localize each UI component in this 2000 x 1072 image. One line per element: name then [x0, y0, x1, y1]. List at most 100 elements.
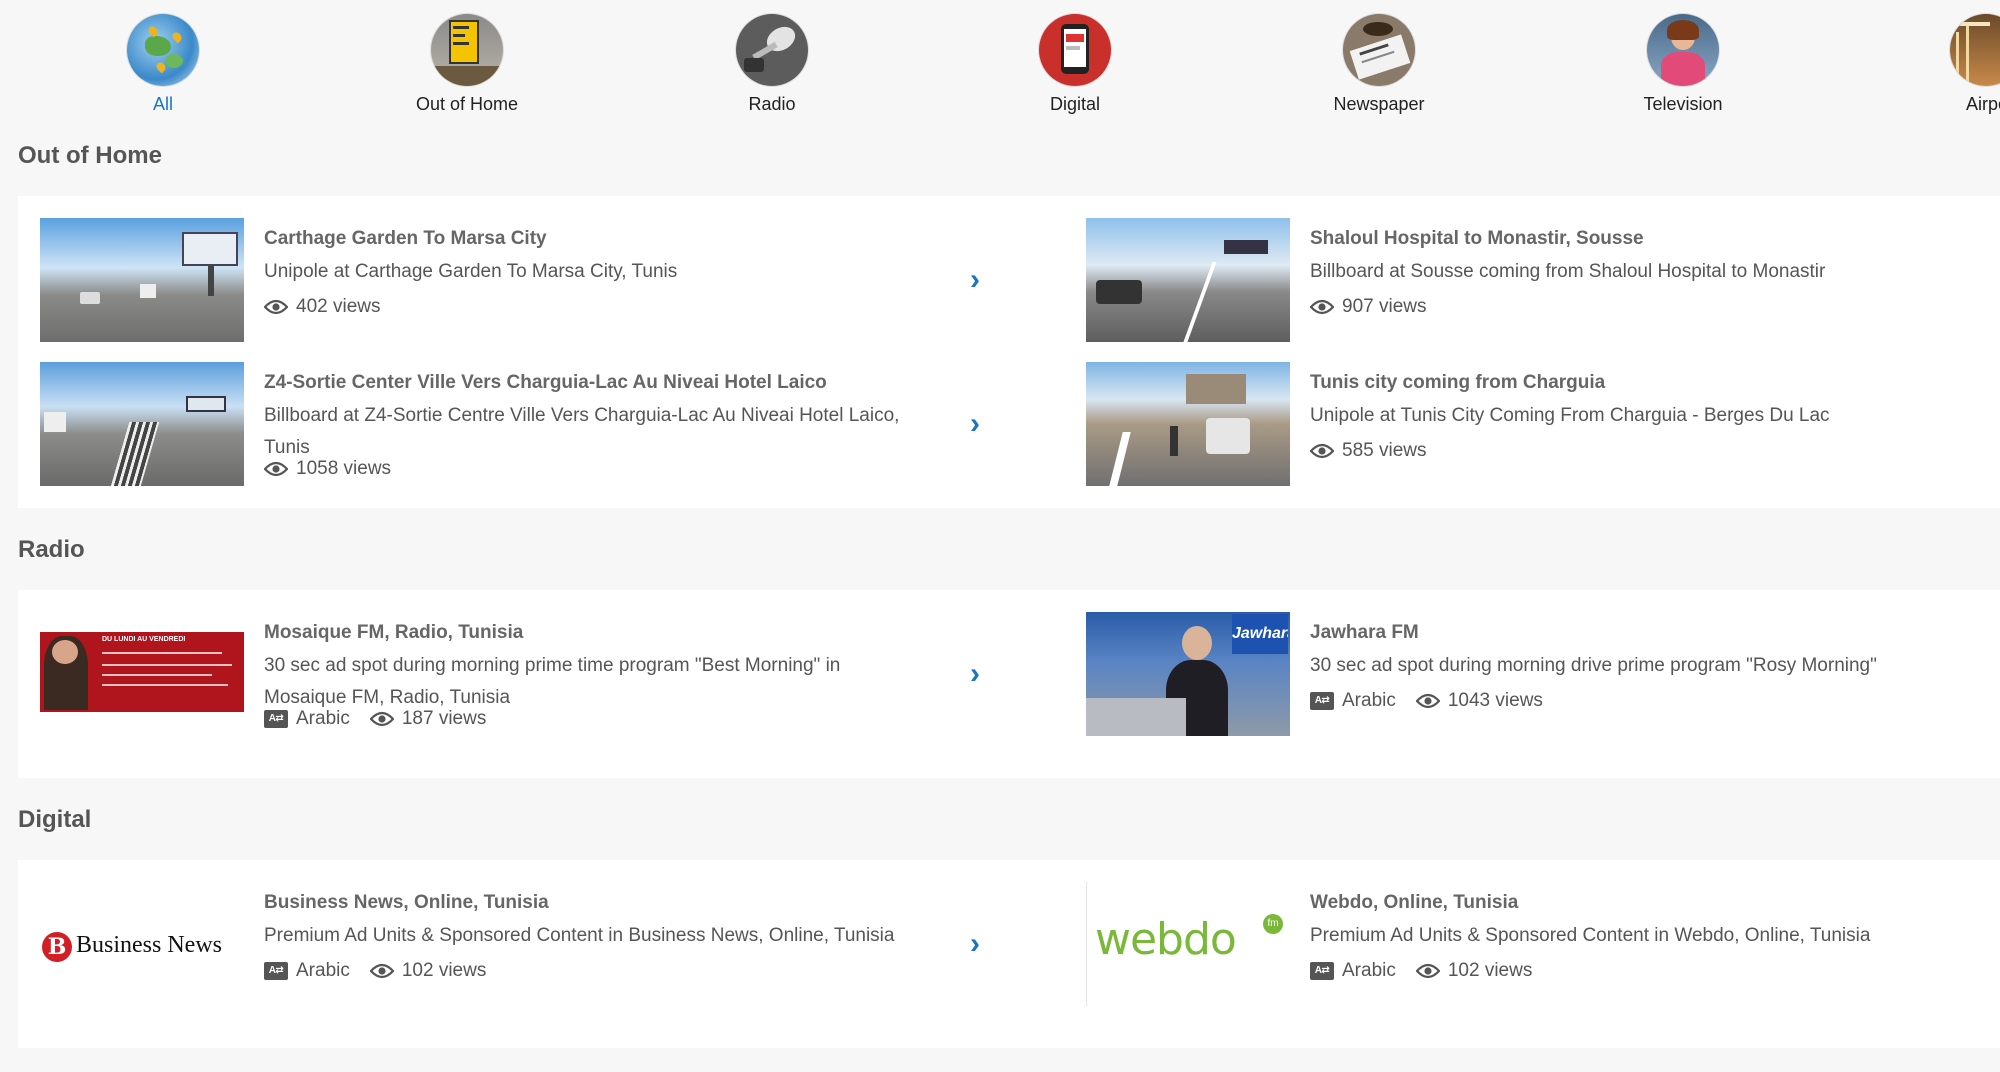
- webdo-fm-badge: fm: [1263, 914, 1283, 934]
- listing-description: Billboard at Sousse coming from Shaloul …: [1310, 261, 1826, 282]
- panel-radio: DU LUNDI AU VENDREDI Mosaique FM, Radio,…: [18, 590, 2000, 778]
- view-count: 402 views: [296, 296, 381, 317]
- listing-description: 30 sec ad spot during morning drive prim…: [1310, 655, 1877, 676]
- listing-title: Webdo, Online, Tunisia: [1310, 892, 1519, 913]
- view-count: 1058 views: [296, 458, 392, 479]
- listing-item[interactable]: Jawhara Jawhara FM 30 sec ad spot during…: [1064, 612, 2000, 736]
- jawhara-logo: Jawhara: [1232, 614, 1288, 654]
- billboard-photo: [1086, 362, 1290, 486]
- listing-meta: 402 views: [264, 296, 395, 318]
- chevron-right-icon[interactable]: ›: [970, 928, 994, 960]
- tv-presenter-icon: [1647, 14, 1719, 86]
- listing-description: Unipole at Tunis City Coming From Chargu…: [1310, 405, 1830, 426]
- translate-icon: A⇄: [1310, 692, 1334, 710]
- eye-icon: [1415, 963, 1440, 979]
- translate-icon: A⇄: [1310, 962, 1334, 980]
- category-label: Television: [1643, 94, 1723, 114]
- radio-studio-photo: Jawhara: [1086, 612, 1290, 736]
- view-count: 907 views: [1342, 296, 1427, 317]
- listing-title: Shaloul Hospital to Monastir, Sousse: [1310, 228, 1644, 249]
- panel-digital: B Business News Business News, Online, T…: [18, 860, 2000, 1048]
- view-count: 187 views: [401, 708, 487, 729]
- section-title-radio: Radio: [18, 536, 85, 563]
- billboard-photo: [40, 362, 244, 486]
- panel-out-of-home: Carthage Garden To Marsa City Unipole at…: [18, 196, 2000, 508]
- translate-icon: A⇄: [264, 962, 288, 980]
- view-count: 102 views: [1447, 960, 1533, 981]
- listing-meta: A⇄ Arabic 102 views: [1310, 960, 1546, 982]
- eye-icon: [369, 963, 394, 979]
- listing-meta: A⇄ Arabic 187 views: [264, 708, 500, 730]
- listing-description: Unipole at Carthage Garden To Marsa City…: [264, 261, 678, 282]
- view-count: 585 views: [1342, 440, 1427, 461]
- language: Arabic: [1342, 960, 1396, 981]
- language: Arabic: [296, 960, 350, 981]
- category-label: Newspaper: [1333, 94, 1425, 114]
- webdo-logo: webdo fm: [1086, 882, 1290, 1006]
- billboard-photo: [1086, 218, 1290, 342]
- listing-item[interactable]: webdo fm Webdo, Online, Tunisia Premium …: [1064, 882, 2000, 1006]
- airport-icon: [1950, 14, 2000, 86]
- section-title-digital: Digital: [18, 806, 92, 833]
- listing-meta: 907 views: [1310, 296, 1441, 318]
- category-label: Out of Home: [415, 94, 519, 114]
- category-radio[interactable]: Radio: [682, 14, 862, 115]
- listing-description: Premium Ad Units & Sponsored Content in …: [1310, 925, 1871, 946]
- listing-item[interactable]: Z4-Sortie Center Ville Vers Charguia-Lac…: [18, 362, 1018, 486]
- eye-icon: [1310, 443, 1334, 459]
- listing-title: Jawhara FM: [1310, 622, 1419, 643]
- listing-description: 30 sec ad spot during morning prime time…: [264, 655, 841, 708]
- radio-banner-image: DU LUNDI AU VENDREDI: [40, 612, 244, 736]
- eye-icon: [1310, 299, 1334, 315]
- listing-item[interactable]: Tunis city coming from Charguia Unipole …: [1064, 362, 2000, 486]
- category-television[interactable]: Television: [1593, 14, 1773, 115]
- listing-item[interactable]: DU LUNDI AU VENDREDI Mosaique FM, Radio,…: [18, 612, 1018, 736]
- language: Arabic: [296, 708, 350, 729]
- category-newspaper[interactable]: Newspaper: [1289, 14, 1469, 115]
- section-title-out-of-home: Out of Home: [18, 142, 162, 169]
- radio-banner-text: DU LUNDI AU VENDREDI: [102, 636, 186, 643]
- newspaper-icon: [1343, 14, 1415, 86]
- listing-item[interactable]: Shaloul Hospital to Monastir, Sousse Bil…: [1064, 218, 2000, 342]
- eye-icon: [264, 299, 288, 315]
- eye-icon: [1415, 693, 1440, 709]
- category-label: All: [152, 94, 173, 114]
- listing-title: Carthage Garden To Marsa City: [264, 228, 547, 249]
- listing-description: Billboard at Z4-Sortie Centre Ville Vers…: [264, 405, 900, 458]
- listing-title: Tunis city coming from Charguia: [1310, 372, 1606, 393]
- category-airports[interactable]: Airports: [1870, 14, 2000, 115]
- business-news-wordmark: Business News: [76, 932, 223, 958]
- listing-title: Business News, Online, Tunisia: [264, 892, 549, 913]
- eye-icon: [369, 711, 394, 727]
- category-digital[interactable]: Digital: [985, 14, 1165, 115]
- category-all[interactable]: All: [73, 14, 253, 115]
- billboard-icon: [431, 14, 503, 86]
- category-label: Airports: [1965, 94, 2000, 114]
- globe-icon: [127, 14, 199, 86]
- language: Arabic: [1342, 690, 1396, 711]
- listing-item[interactable]: B Business News Business News, Online, T…: [18, 882, 1018, 1006]
- category-out-of-home[interactable]: Out of Home: [377, 14, 557, 115]
- billboard-photo: [40, 218, 244, 342]
- chevron-right-icon[interactable]: ›: [970, 264, 994, 296]
- view-count: 1043 views: [1447, 690, 1543, 711]
- microphone-icon: [736, 14, 808, 86]
- translate-icon: A⇄: [264, 710, 288, 728]
- category-label: Radio: [748, 94, 796, 114]
- eye-icon: [264, 461, 288, 477]
- listing-title: Z4-Sortie Center Ville Vers Charguia-Lac…: [264, 372, 827, 393]
- webdo-wordmark: webdo: [1095, 914, 1237, 965]
- chevron-right-icon[interactable]: ›: [970, 658, 994, 690]
- view-count: 102 views: [401, 960, 487, 981]
- listing-meta: 1058 views: [264, 458, 405, 480]
- category-strip: All Out of Home Radio Digital Newspaper …: [0, 0, 2000, 118]
- listing-item[interactable]: Carthage Garden To Marsa City Unipole at…: [18, 218, 1018, 342]
- listing-description: Premium Ad Units & Sponsored Content in …: [264, 925, 895, 946]
- listing-title: Mosaique FM, Radio, Tunisia: [264, 622, 524, 643]
- listing-meta: A⇄ Arabic 1043 views: [1310, 690, 1557, 712]
- chevron-right-icon[interactable]: ›: [970, 408, 994, 440]
- category-label: Digital: [1049, 94, 1101, 114]
- listing-meta: A⇄ Arabic 102 views: [264, 960, 500, 982]
- listing-meta: 585 views: [1310, 440, 1441, 462]
- business-news-logo: B Business News: [40, 882, 244, 1006]
